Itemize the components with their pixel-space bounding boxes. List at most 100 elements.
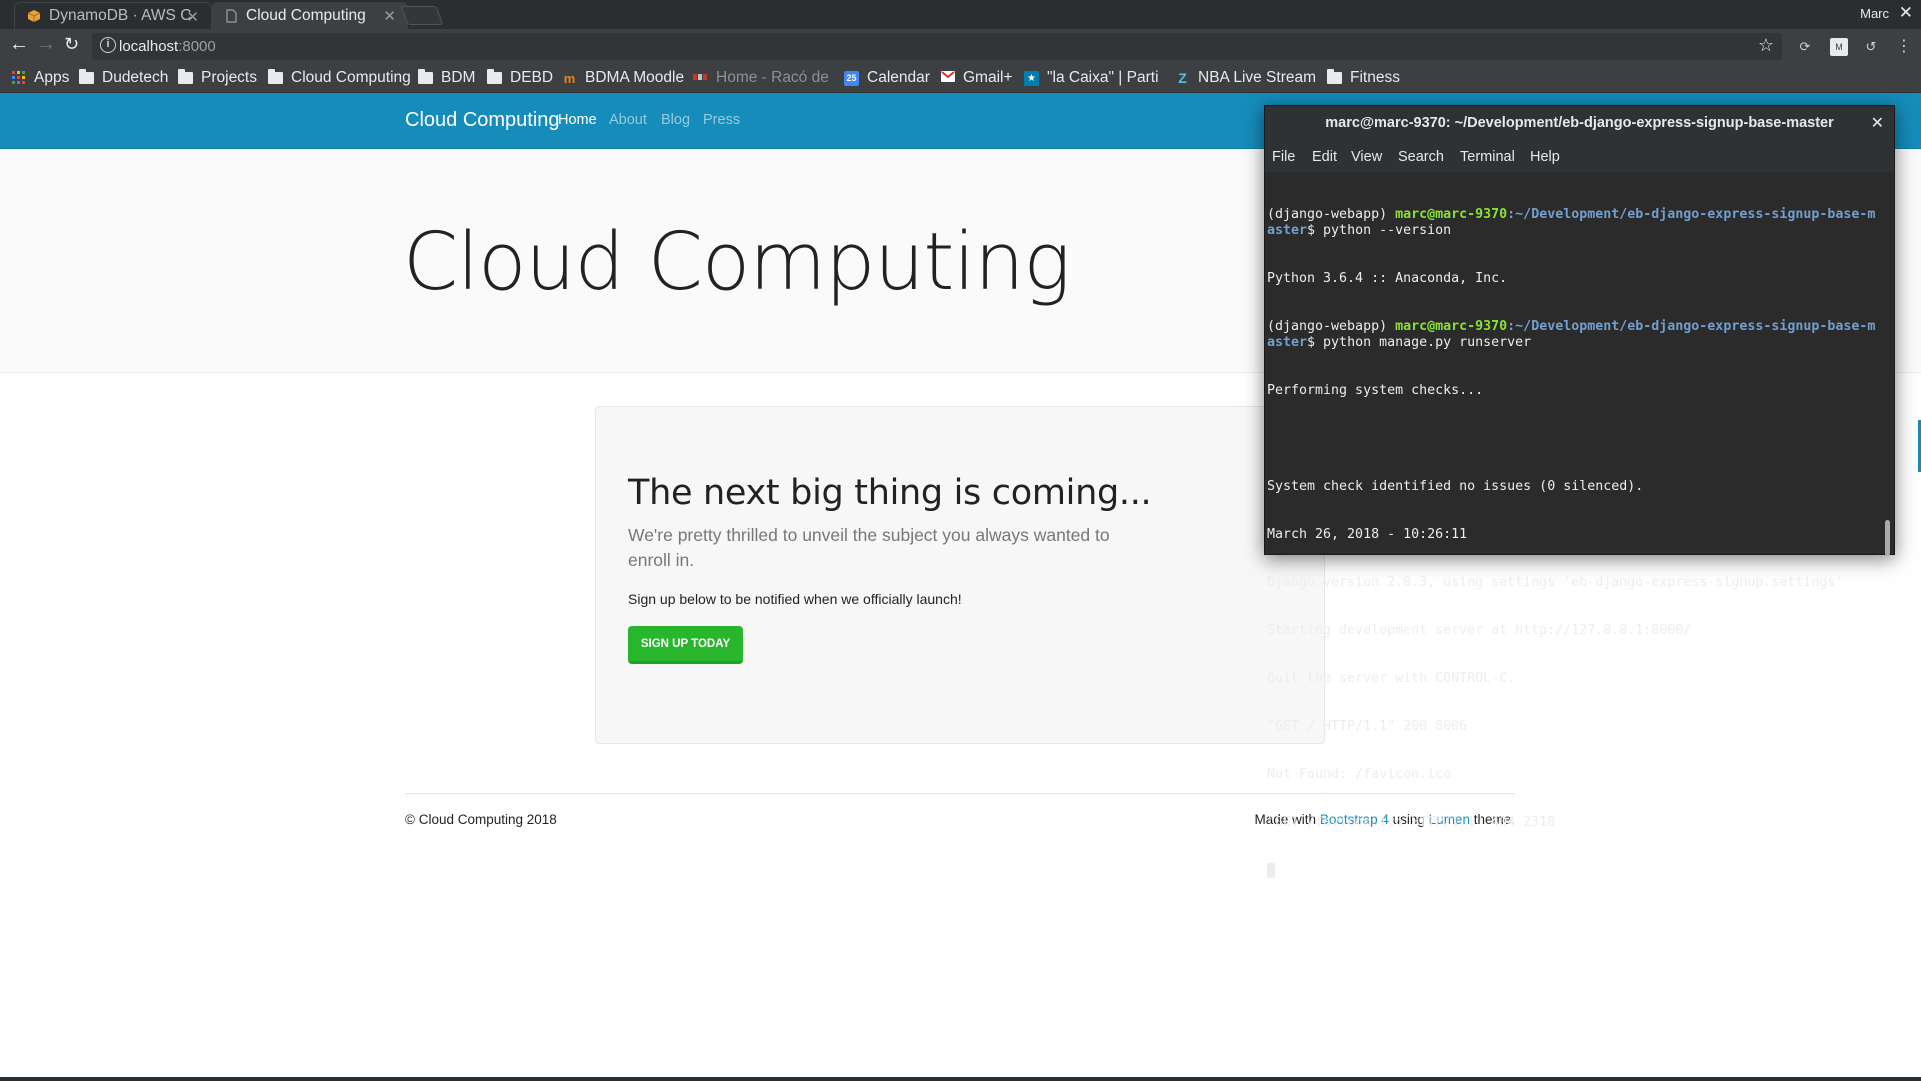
card-lead: We're pretty thrilled to unveil the subj…	[628, 525, 1110, 570]
terminal-menubar: File Edit View Search Terminal Help	[1265, 142, 1894, 172]
bookmark-dudetech[interactable]: Dudetech	[79, 69, 168, 87]
browser-tab-bar: DynamoDB · AWS C ✕ Cloud Computing ✕ Mar…	[0, 0, 1921, 29]
reload-icon[interactable]: ↻	[64, 34, 79, 55]
menu-view[interactable]: View	[1351, 149, 1382, 165]
menu-file[interactable]: File	[1272, 149, 1295, 165]
footer-copyright: © Cloud Computing 2018	[405, 812, 557, 827]
terminal-output-line: Quit the server with CONTROL-C.	[1267, 671, 1516, 686]
bookmark-label: NBA Live Stream	[1198, 69, 1317, 86]
terminal-output-line	[1267, 431, 1877, 447]
bookmark-nba-live-stream[interactable]: Z NBA Live Stream	[1175, 69, 1316, 87]
bookmark-label: DEBD	[510, 69, 554, 86]
terminal-titlebar[interactable]: marc@marc-9370: ~/Development/eb-django-…	[1265, 106, 1894, 142]
moodle-icon: m	[563, 70, 576, 86]
terminal-output-line: System check identified no issues (0 sil…	[1267, 479, 1644, 494]
bookmark-calendar[interactable]: 25 Calendar	[844, 69, 930, 87]
bookmark-star-icon[interactable]: ☆	[1758, 35, 1774, 56]
extension-mail-icon[interactable]: M	[1830, 38, 1848, 56]
bookmark-bdma-moodle[interactable]: m BDMA Moodle	[562, 69, 684, 87]
folder-icon	[1327, 69, 1342, 84]
menu-dots-icon[interactable]: ⋮	[1895, 38, 1913, 56]
new-tab-button[interactable]	[400, 6, 444, 25]
bookmark-label: BDM	[441, 69, 476, 86]
page-icon	[224, 8, 238, 23]
terminal-output-line: Starting development server at http://12…	[1267, 623, 1692, 638]
info-icon[interactable]: i	[100, 37, 116, 53]
extension-sync-icon[interactable]: ⟳	[1796, 38, 1814, 56]
bookmark-label: Projects	[201, 69, 257, 86]
z-icon: Z	[1178, 69, 1187, 86]
terminal-scrollbar[interactable]	[1879, 172, 1893, 554]
aws-box-icon	[27, 9, 41, 23]
terminal-scrollbar-thumb[interactable]	[1885, 520, 1890, 556]
bookmark-debd[interactable]: DEBD	[487, 69, 553, 87]
hero-title: Cloud Computing	[403, 216, 1071, 308]
bookmark-label: Home - Racó de	[716, 69, 829, 86]
site-brand[interactable]: Cloud Computing	[405, 109, 560, 132]
tab-label: Cloud Computing	[246, 6, 366, 24]
bookmark-la-caixa[interactable]: ★ "la Caixa" | Parti	[1024, 69, 1159, 87]
terminal-title: marc@marc-9370: ~/Development/eb-django-…	[1325, 115, 1834, 131]
terminal-output-line: "GET / HTTP/1.1" 200 8006	[1267, 719, 1468, 734]
nav-home[interactable]: Home	[558, 112, 597, 128]
tab-close-icon[interactable]: ✕	[186, 8, 199, 26]
folder-icon	[487, 69, 502, 84]
nav-about[interactable]: About	[609, 112, 647, 128]
menu-terminal[interactable]: Terminal	[1460, 149, 1515, 165]
bookmark-label: Apps	[34, 69, 70, 86]
back-arrow-icon[interactable]: ←	[9, 33, 29, 56]
bookmark-cloud-computing[interactable]: Cloud Computing	[268, 69, 411, 87]
tab-cloud-computing[interactable]: Cloud Computing ✕	[212, 2, 408, 29]
gmail-icon	[940, 70, 955, 86]
terminal-cursor-line	[1267, 863, 1877, 879]
terminal-output-line: "GET /favicon.ico HTTP/1.1" 404 2318	[1267, 815, 1556, 830]
terminal-prompt-line: (django-webapp) marc@marc-9370:~/Develop…	[1267, 207, 1876, 238]
bookmark-bdm[interactable]: BDM	[418, 69, 475, 87]
tab-label: DynamoDB · AWS C	[49, 7, 192, 24]
bookmark-apps[interactable]: Apps	[11, 69, 69, 87]
address-bar[interactable]: i localhost:8000 ☆	[92, 33, 1782, 60]
tab-dynamodb[interactable]: DynamoDB · AWS C ✕	[14, 2, 212, 29]
bookmark-label: Fitness	[1350, 69, 1400, 86]
calendar-icon: 25	[844, 70, 859, 86]
folder-icon	[268, 69, 283, 84]
bookmarks-bar: Apps Dudetech Projects Cloud Computing B…	[0, 64, 1921, 93]
bookmark-gmail[interactable]: Gmail+	[940, 69, 1013, 87]
folder-icon	[178, 69, 193, 84]
menu-search[interactable]: Search	[1398, 149, 1444, 165]
terminal-output-line: Python 3.6.4 :: Anaconda, Inc.	[1267, 271, 1508, 286]
folder-icon	[79, 69, 94, 84]
terminal-close-icon[interactable]: ✕	[1871, 113, 1884, 133]
terminal-window[interactable]: marc@marc-9370: ~/Development/eb-django-…	[1264, 105, 1895, 878]
profile-name[interactable]: Marc	[1860, 6, 1889, 21]
nav-press[interactable]: Press	[703, 112, 740, 128]
browser-toolbar: ← → ↻ i localhost:8000 ☆ ⟳ M ↺ ⋮	[0, 29, 1921, 64]
bookmark-fitness[interactable]: Fitness	[1327, 69, 1400, 87]
forward-arrow-icon[interactable]: →	[36, 33, 56, 56]
bookmark-projects[interactable]: Projects	[178, 69, 257, 87]
terminal-output-line: Not Found: /favicon.ico	[1267, 767, 1452, 782]
extension-refresh-icon[interactable]: ↺	[1862, 38, 1880, 56]
terminal-output-line: March 26, 2018 - 10:26:11	[1267, 527, 1468, 542]
apps-grid-icon	[11, 70, 26, 86]
bookmark-label: BDMA Moodle	[585, 69, 685, 86]
url-text: localhost:8000	[119, 38, 216, 55]
menu-help[interactable]: Help	[1530, 149, 1560, 165]
bookmark-label: "la Caixa" | Parti	[1047, 69, 1159, 86]
window-bottom-border	[0, 1077, 1921, 1081]
caixa-icon: ★	[1024, 70, 1039, 86]
terminal-output-line: Performing system checks...	[1267, 383, 1484, 398]
terminal-output-line: Django version 2.0.3, using settings 'eb…	[1267, 575, 1844, 590]
bookmark-label: Cloud Computing	[291, 69, 411, 86]
terminal-output[interactable]: (django-webapp) marc@marc-9370:~/Develop…	[1265, 172, 1879, 878]
tab-close-icon[interactable]: ✕	[383, 7, 396, 25]
bookmark-raco[interactable]: Home - Racó de	[693, 69, 829, 87]
folder-icon	[418, 69, 433, 84]
nav-blog[interactable]: Blog	[661, 112, 690, 128]
bookmark-label: Calendar	[867, 69, 930, 86]
terminal-cursor	[1267, 863, 1275, 878]
terminal-prompt-line: (django-webapp) marc@marc-9370:~/Develop…	[1267, 319, 1876, 350]
sign-up-button[interactable]: Sign Up Today	[628, 626, 743, 664]
window-close-icon[interactable]: ✕	[1899, 3, 1913, 23]
menu-edit[interactable]: Edit	[1312, 149, 1337, 165]
